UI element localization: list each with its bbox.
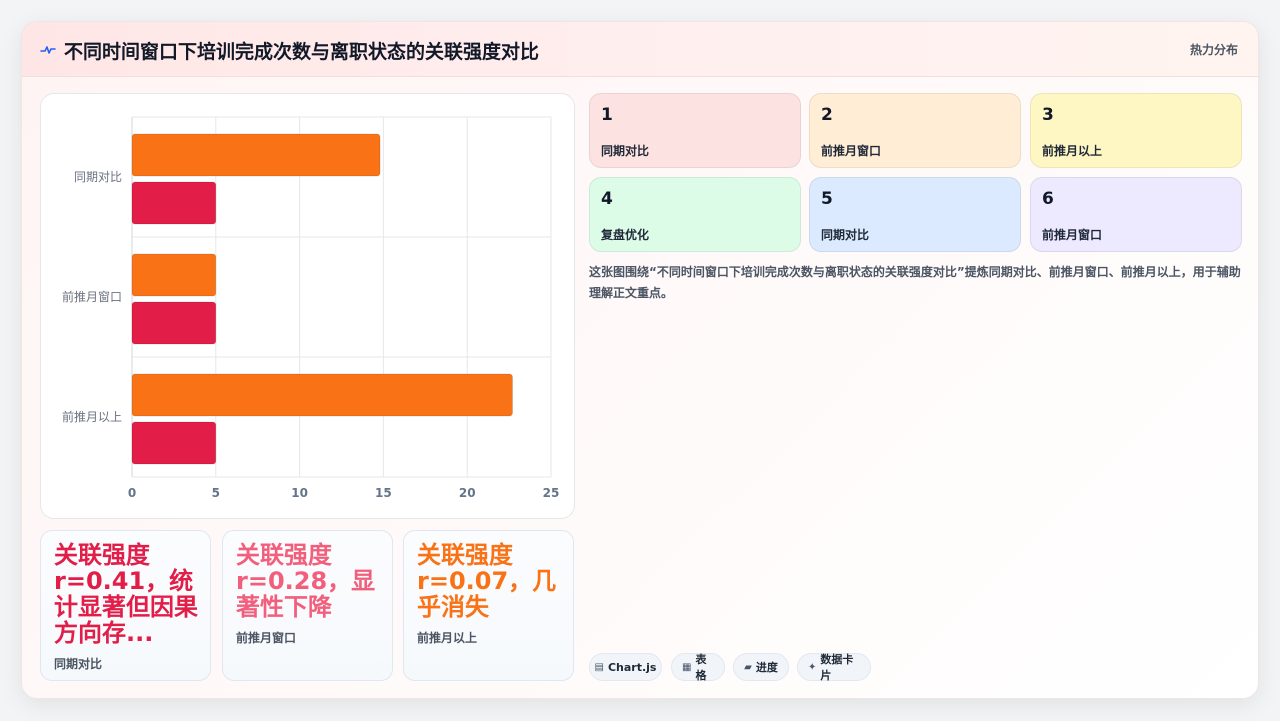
stat-label-3: 前推月以上 — [417, 631, 478, 645]
y-tick-label: 前推月窗口 — [62, 289, 122, 304]
kpi-number: 6 — [1042, 189, 1054, 209]
dashboard-card: 不同时间窗口下培训完成次数与离职状态的关联强度对比 热力分布 0 5 10 15 20 2… — [21, 21, 1259, 699]
pill-table[interactable]: ▦ 表格 — [671, 653, 725, 682]
kpi-number: 2 — [821, 105, 833, 125]
x-tick-label: 20 — [459, 486, 476, 500]
sparkle-icon: ✦ — [808, 661, 817, 673]
kpi-label: 前推月窗口 — [1042, 228, 1103, 242]
page-title: 不同时间窗口下培训完成次数与离职状态的关联强度对比 — [64, 41, 540, 63]
kpi-card-3[interactable]: 3 前推月以上 — [1030, 93, 1242, 168]
x-tick-label: 5 — [212, 486, 220, 500]
x-tick-label: 15 — [375, 486, 392, 500]
x-tick-label: 10 — [291, 486, 308, 500]
kpi-label: 前推月窗口 — [821, 144, 882, 158]
bar-1-3 — [131, 373, 513, 417]
stat-value-2: 关联强度r=0.28，显著性下降 — [236, 542, 376, 620]
stat-label-1: 同期对比 — [54, 657, 103, 671]
y-tick-label: 同期对比 — [74, 170, 122, 184]
chart-description: 这张图围绕“不同时间窗口下培训完成次数与离职状态的关联强度对比”提炼同期对比、前… — [589, 265, 1241, 300]
kpi-number: 4 — [601, 189, 613, 209]
bar-chart-panel: 0 5 10 15 20 25 同期对比前推月窗口前推月以上 — [40, 93, 575, 519]
bar-2-1 — [131, 181, 217, 225]
kpi-number: 3 — [1042, 105, 1054, 125]
stat-card-2: 关联强度r=0.28，显著性下降 前推月窗口 — [222, 530, 393, 681]
bar-1-1 — [131, 133, 381, 177]
x-tick-label: 0 — [128, 486, 136, 500]
kpi-number: 1 — [601, 105, 613, 125]
pill-label: 进度 — [755, 661, 778, 674]
y-tick-label: 前推月以上 — [62, 409, 122, 424]
kpi-label: 同期对比 — [601, 144, 650, 158]
stat-card-3: 关联强度r=0.07，几乎消失 前推月以上 — [403, 530, 574, 681]
kpi-card-6[interactable]: 6 前推月窗口 — [1030, 177, 1242, 252]
kpi-card-2[interactable]: 2 前推月窗口 — [809, 93, 1021, 168]
pill-data-card[interactable]: ✦ 数据卡片 — [797, 653, 871, 682]
bar-chart: 0 5 10 15 20 25 同期对比前推月窗口前推月以上 — [62, 116, 560, 500]
heatmap-tag[interactable]: 热力分布 — [1190, 41, 1238, 58]
kpi-label: 复盘优化 — [601, 228, 650, 242]
pill-chartjs[interactable]: ▤ Chart.js — [589, 653, 662, 681]
kpi-card-5[interactable]: 5 同期对比 — [809, 177, 1021, 252]
kpi-card-1[interactable]: 1 同期对比 — [589, 93, 801, 168]
chart-icon: ▤ — [594, 661, 604, 673]
x-tick-label: 25 — [543, 486, 560, 500]
line-pulse-icon — [40, 46, 56, 54]
pill-label: Chart.js — [607, 660, 657, 674]
kpi-label: 同期对比 — [821, 228, 870, 242]
pill-label: 数据卡片 — [820, 653, 854, 682]
bar-1-2 — [131, 253, 217, 297]
pill-label: 表格 — [695, 653, 707, 682]
stat-value-1: 关联强度r=0.41，统计显著但因果方向存... — [54, 542, 198, 646]
stat-card-1: 关联强度r=0.41，统计显著但因果方向存... 同期对比 — [40, 530, 211, 681]
table-icon: ▦ — [682, 661, 692, 673]
bar-2-3 — [131, 421, 217, 465]
kpi-number: 5 — [821, 189, 833, 209]
stat-label-2: 前推月窗口 — [236, 631, 297, 645]
stat-value-3: 关联强度r=0.07，几乎消失 — [417, 542, 557, 620]
kpi-card-4[interactable]: 4 复盘优化 — [589, 177, 801, 252]
bar-2-2 — [131, 301, 217, 345]
card-header: 不同时间窗口下培训完成次数与离职状态的关联强度对比 热力分布 — [22, 22, 1258, 77]
kpi-label: 前推月以上 — [1042, 144, 1103, 158]
pill-progress[interactable]: ▰ 进度 — [733, 653, 789, 681]
progress-icon: ▰ — [744, 661, 752, 673]
